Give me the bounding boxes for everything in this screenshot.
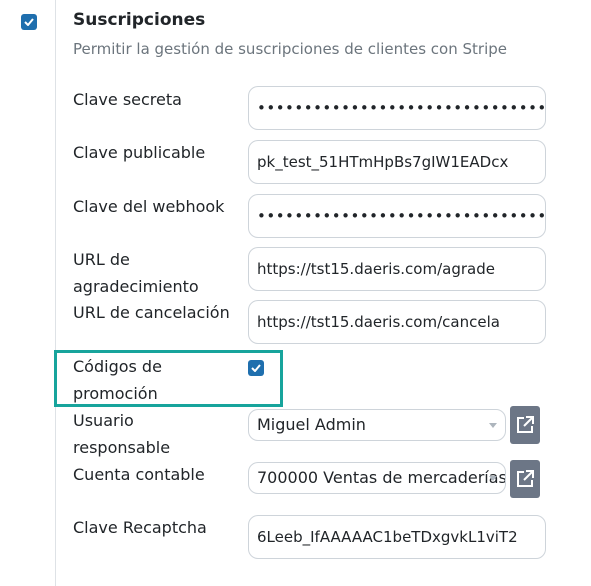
webhook-key-label: Clave del webhook bbox=[73, 197, 225, 216]
secret-key-input[interactable]: ••••••••••••••••••••••••••••••••••••• bbox=[248, 86, 546, 130]
accounting-account-external-button[interactable] bbox=[510, 460, 540, 498]
recaptcha-key-label: Clave Recaptcha bbox=[73, 518, 207, 537]
external-link-icon bbox=[517, 416, 534, 433]
responsible-user-label: Usuario responsable bbox=[73, 411, 171, 457]
webhook-key-input[interactable]: •••••••••••••••••••••••••••••••••••• bbox=[248, 194, 546, 238]
publishable-key-input[interactable]: pk_test_51HTmHpBs7gIW1EADcx bbox=[248, 140, 546, 184]
recaptcha-key-input[interactable]: 6Leeb_IfAAAAAC1beTDxgvkL1viT2 bbox=[248, 515, 546, 559]
responsible-user-value: Miguel Admin bbox=[257, 415, 366, 434]
section-divider bbox=[55, 0, 56, 586]
section-subtitle: Permitir la gestión de suscripciones de … bbox=[73, 40, 507, 58]
accounting-account-label: Cuenta contable bbox=[73, 465, 205, 484]
promo-codes-highlight bbox=[54, 350, 283, 407]
caret-down-icon bbox=[489, 423, 497, 428]
thanks-url-label: URL de agradecimiento bbox=[73, 250, 199, 296]
subscriptions-checkbox[interactable] bbox=[21, 14, 37, 30]
accounting-account-select[interactable]: 700000 Ventas de mercaderías bbox=[248, 462, 506, 494]
external-link-icon bbox=[517, 470, 534, 487]
cancel-url-input[interactable]: https://tst15.daeris.com/cancela bbox=[248, 300, 546, 344]
check-icon bbox=[24, 18, 34, 26]
thanks-url-input[interactable]: https://tst15.daeris.com/agrade bbox=[248, 247, 546, 291]
publishable-key-label: Clave publicable bbox=[73, 143, 206, 162]
accounting-account-value: 700000 Ventas de mercaderías bbox=[257, 468, 506, 487]
responsible-user-select[interactable]: Miguel Admin bbox=[248, 409, 506, 441]
section-title: Suscripciones bbox=[73, 10, 206, 30]
responsible-user-external-button[interactable] bbox=[510, 406, 540, 444]
secret-key-label: Clave secreta bbox=[73, 90, 182, 109]
caret-down-icon bbox=[489, 476, 497, 481]
cancel-url-label: URL de cancelación bbox=[73, 303, 230, 322]
